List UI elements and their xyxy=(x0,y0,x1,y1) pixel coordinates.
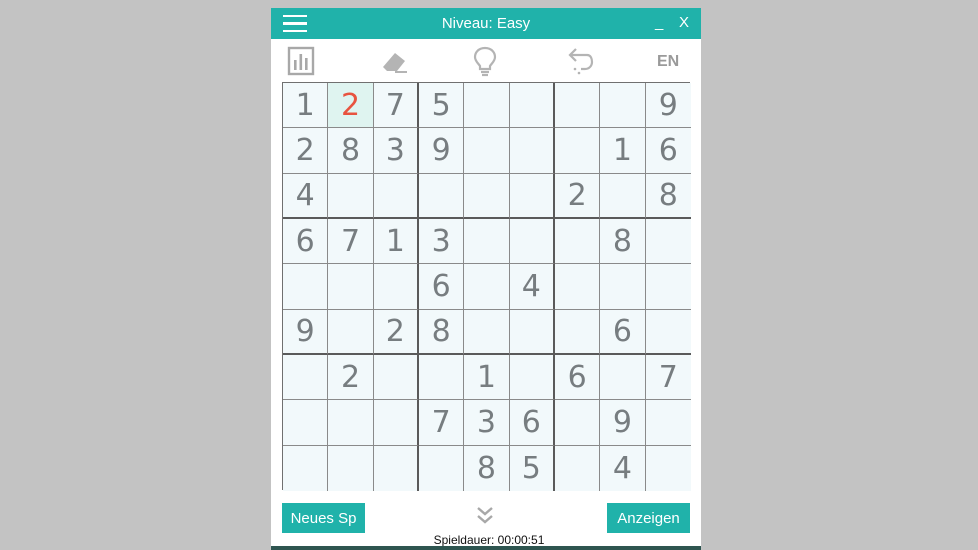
sudoku-cell[interactable] xyxy=(554,128,601,174)
sudoku-cell[interactable] xyxy=(418,173,465,219)
toolbar: EN xyxy=(271,39,701,83)
sudoku-cell[interactable] xyxy=(283,400,329,446)
sudoku-cell[interactable]: 7 xyxy=(373,83,419,129)
sudoku-cell[interactable]: 8 xyxy=(600,218,646,265)
sudoku-cell[interactable] xyxy=(373,445,419,491)
sudoku-cell[interactable] xyxy=(645,445,691,491)
sudoku-cell[interactable]: 3 xyxy=(418,218,465,265)
bar-chart-icon[interactable] xyxy=(283,45,319,77)
sudoku-cell[interactable] xyxy=(283,354,329,401)
sudoku-cell[interactable] xyxy=(600,173,646,219)
sudoku-cell[interactable] xyxy=(328,445,374,491)
sudoku-cell[interactable] xyxy=(283,445,329,491)
sudoku-board: 127592839164286713864928621677369854 xyxy=(282,82,691,491)
title-bar: Niveau: Easy _ X xyxy=(271,8,701,39)
sudoku-cell[interactable]: 8 xyxy=(418,309,465,355)
sudoku-cell[interactable]: 9 xyxy=(418,128,465,174)
window-title: Niveau: Easy xyxy=(441,15,531,32)
sudoku-cell[interactable] xyxy=(554,83,601,129)
sudoku-cell[interactable]: 7 xyxy=(328,218,374,265)
sudoku-cell[interactable] xyxy=(464,128,510,174)
sudoku-cell[interactable] xyxy=(509,218,555,265)
sudoku-cell[interactable] xyxy=(554,309,601,355)
undo-icon[interactable] xyxy=(561,45,597,77)
sudoku-cell[interactable] xyxy=(373,354,419,401)
sudoku-cell[interactable]: 6 xyxy=(283,218,329,265)
sudoku-cell[interactable] xyxy=(509,173,555,219)
sudoku-cell[interactable]: 2 xyxy=(328,354,374,401)
sudoku-cell[interactable]: 9 xyxy=(645,83,691,129)
sudoku-cell[interactable]: 8 xyxy=(645,173,691,219)
sudoku-cell[interactable] xyxy=(418,354,465,401)
language-toggle[interactable]: EN xyxy=(657,53,679,71)
sudoku-cell[interactable]: 4 xyxy=(283,173,329,219)
sudoku-cell[interactable] xyxy=(509,354,555,401)
sudoku-cell[interactable] xyxy=(645,264,691,310)
double-chevron-down-icon[interactable] xyxy=(474,505,496,527)
sudoku-cell[interactable] xyxy=(328,264,374,310)
game-duration: Spieldauer: 00:00:51 xyxy=(433,533,545,547)
sudoku-cell[interactable]: 9 xyxy=(283,309,329,355)
eraser-icon[interactable] xyxy=(375,45,411,77)
sudoku-cell[interactable] xyxy=(600,354,646,401)
sudoku-cell[interactable]: 7 xyxy=(418,400,465,446)
sudoku-cell[interactable]: 3 xyxy=(373,128,419,174)
sudoku-cell[interactable]: 4 xyxy=(509,264,555,310)
sudoku-cell[interactable] xyxy=(645,218,691,265)
sudoku-cell[interactable]: 5 xyxy=(509,445,555,491)
sudoku-cell[interactable] xyxy=(509,83,555,129)
sudoku-cell[interactable]: 6 xyxy=(509,400,555,446)
sudoku-cell[interactable] xyxy=(464,264,510,310)
sudoku-cell[interactable] xyxy=(554,400,601,446)
sudoku-cell[interactable] xyxy=(328,400,374,446)
sudoku-cell[interactable]: 1 xyxy=(464,354,510,401)
sudoku-cell[interactable] xyxy=(645,400,691,446)
minimize-button[interactable]: _ xyxy=(655,14,663,31)
sudoku-cell[interactable] xyxy=(600,264,646,310)
sudoku-cell[interactable]: 6 xyxy=(600,309,646,355)
sudoku-cell[interactable] xyxy=(554,218,601,265)
sudoku-cell[interactable]: 8 xyxy=(464,445,510,491)
sudoku-cell[interactable]: 9 xyxy=(600,400,646,446)
sudoku-cell[interactable]: 2 xyxy=(373,309,419,355)
sudoku-cell[interactable] xyxy=(464,309,510,355)
sudoku-cell[interactable] xyxy=(283,264,329,310)
sudoku-cell[interactable] xyxy=(373,400,419,446)
lightbulb-icon[interactable] xyxy=(467,45,503,77)
sudoku-cell[interactable]: 2 xyxy=(554,173,601,219)
sudoku-cell[interactable] xyxy=(645,309,691,355)
sudoku-cell[interactable]: 6 xyxy=(554,354,601,401)
sudoku-cell[interactable] xyxy=(464,173,510,219)
sudoku-cell[interactable]: 2 xyxy=(328,83,374,129)
sudoku-cell[interactable] xyxy=(373,264,419,310)
sudoku-cell[interactable]: 7 xyxy=(645,354,691,401)
sudoku-cell[interactable]: 1 xyxy=(600,128,646,174)
sudoku-cell[interactable]: 8 xyxy=(328,128,374,174)
sudoku-cell[interactable] xyxy=(373,173,419,219)
sudoku-cell[interactable] xyxy=(328,173,374,219)
sudoku-cell[interactable]: 5 xyxy=(418,83,465,129)
sudoku-cell[interactable] xyxy=(554,445,601,491)
sudoku-cell[interactable] xyxy=(600,83,646,129)
new-game-button[interactable]: Neues Sp xyxy=(282,503,365,533)
sudoku-cell[interactable] xyxy=(464,83,510,129)
sudoku-cell[interactable]: 6 xyxy=(418,264,465,310)
sudoku-cell[interactable]: 1 xyxy=(373,218,419,265)
window-bottom-border xyxy=(271,546,701,550)
sudoku-cell[interactable] xyxy=(464,218,510,265)
sudoku-cell[interactable]: 4 xyxy=(600,445,646,491)
sudoku-cell[interactable] xyxy=(554,264,601,310)
close-button[interactable]: X xyxy=(679,14,689,31)
sudoku-cell[interactable]: 6 xyxy=(645,128,691,174)
sudoku-cell[interactable] xyxy=(328,309,374,355)
sudoku-cell[interactable]: 3 xyxy=(464,400,510,446)
sudoku-cell[interactable] xyxy=(509,128,555,174)
sudoku-cell[interactable] xyxy=(509,309,555,355)
show-solution-button[interactable]: Anzeigen xyxy=(607,503,690,533)
sudoku-cell[interactable]: 2 xyxy=(283,128,329,174)
sudoku-cell[interactable] xyxy=(418,445,465,491)
sudoku-cell[interactable]: 1 xyxy=(283,83,329,129)
